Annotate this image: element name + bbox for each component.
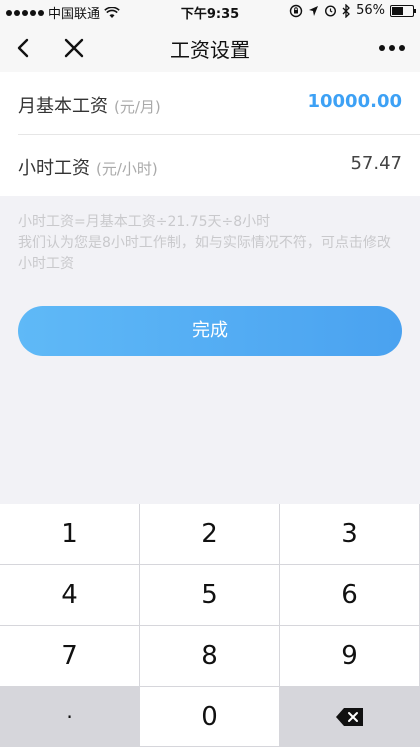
- key-5[interactable]: 5: [140, 565, 280, 626]
- hourly-wage-label: 小时工资 (元/小时): [18, 158, 158, 179]
- key-7[interactable]: 7: [0, 626, 140, 687]
- formula-hint: 小时工资=月基本工资÷21.75天÷8小时 我们认为您是8小时工作制，如与实际情…: [18, 212, 403, 275]
- status-right: 56%: [289, 3, 416, 18]
- chevron-left-icon: [17, 38, 29, 58]
- backspace-icon: [335, 707, 363, 726]
- formula-text: 小时工资=月基本工资÷21.75天÷8小时: [18, 214, 271, 230]
- back-button[interactable]: [10, 34, 38, 62]
- numeric-keypad: 1 2 3 4 5 6 7 8 9 · 0: [0, 504, 420, 747]
- key-2[interactable]: 2: [140, 504, 280, 565]
- more-dot-icon: [389, 45, 395, 51]
- battery-icon: [390, 4, 416, 17]
- alarm-icon: [325, 5, 337, 17]
- key-1[interactable]: 1: [0, 504, 140, 565]
- close-button[interactable]: [60, 34, 88, 62]
- key-6[interactable]: 6: [280, 565, 420, 626]
- hint-note: 我们认为您是8小时工作制，如与实际情况不符，可点击修改小时工资: [18, 235, 391, 272]
- more-options-button[interactable]: [376, 36, 408, 60]
- done-button[interactable]: 完成: [18, 306, 402, 356]
- location-icon: [309, 5, 319, 16]
- hourly-wage-value[interactable]: 57.47: [350, 153, 402, 174]
- monthly-salary-row[interactable]: 月基本工资 (元/月) 10000.00: [0, 72, 420, 134]
- orientation-lock-icon: [289, 4, 303, 17]
- key-0[interactable]: 0: [140, 687, 280, 747]
- monthly-salary-label: 月基本工资 (元/月): [18, 96, 161, 117]
- monthly-salary-unit: (元/月): [114, 98, 161, 116]
- nav-bar: 工资设置: [0, 22, 420, 72]
- hourly-wage-unit: (元/小时): [96, 160, 158, 178]
- close-icon: [64, 38, 84, 58]
- battery-percent: 56%: [356, 3, 385, 18]
- bluetooth-icon: [342, 3, 351, 18]
- battery-level: [392, 6, 403, 15]
- hourly-wage-row[interactable]: 小时工资 (元/小时) 57.47: [0, 134, 420, 196]
- status-bar: 中国联通 下午9:35 56%: [0, 0, 420, 22]
- more-dot-icon: [379, 45, 385, 51]
- key-8[interactable]: 8: [140, 626, 280, 687]
- key-4[interactable]: 4: [0, 565, 140, 626]
- monthly-salary-value[interactable]: 10000.00: [307, 91, 402, 112]
- backspace-key[interactable]: [280, 687, 420, 747]
- key-decimal[interactable]: ·: [0, 687, 140, 747]
- key-9[interactable]: 9: [280, 626, 420, 687]
- salary-form: 月基本工资 (元/月) 10000.00 小时工资 (元/小时) 57.47: [0, 72, 420, 196]
- more-dot-icon: [399, 45, 405, 51]
- key-3[interactable]: 3: [280, 504, 420, 565]
